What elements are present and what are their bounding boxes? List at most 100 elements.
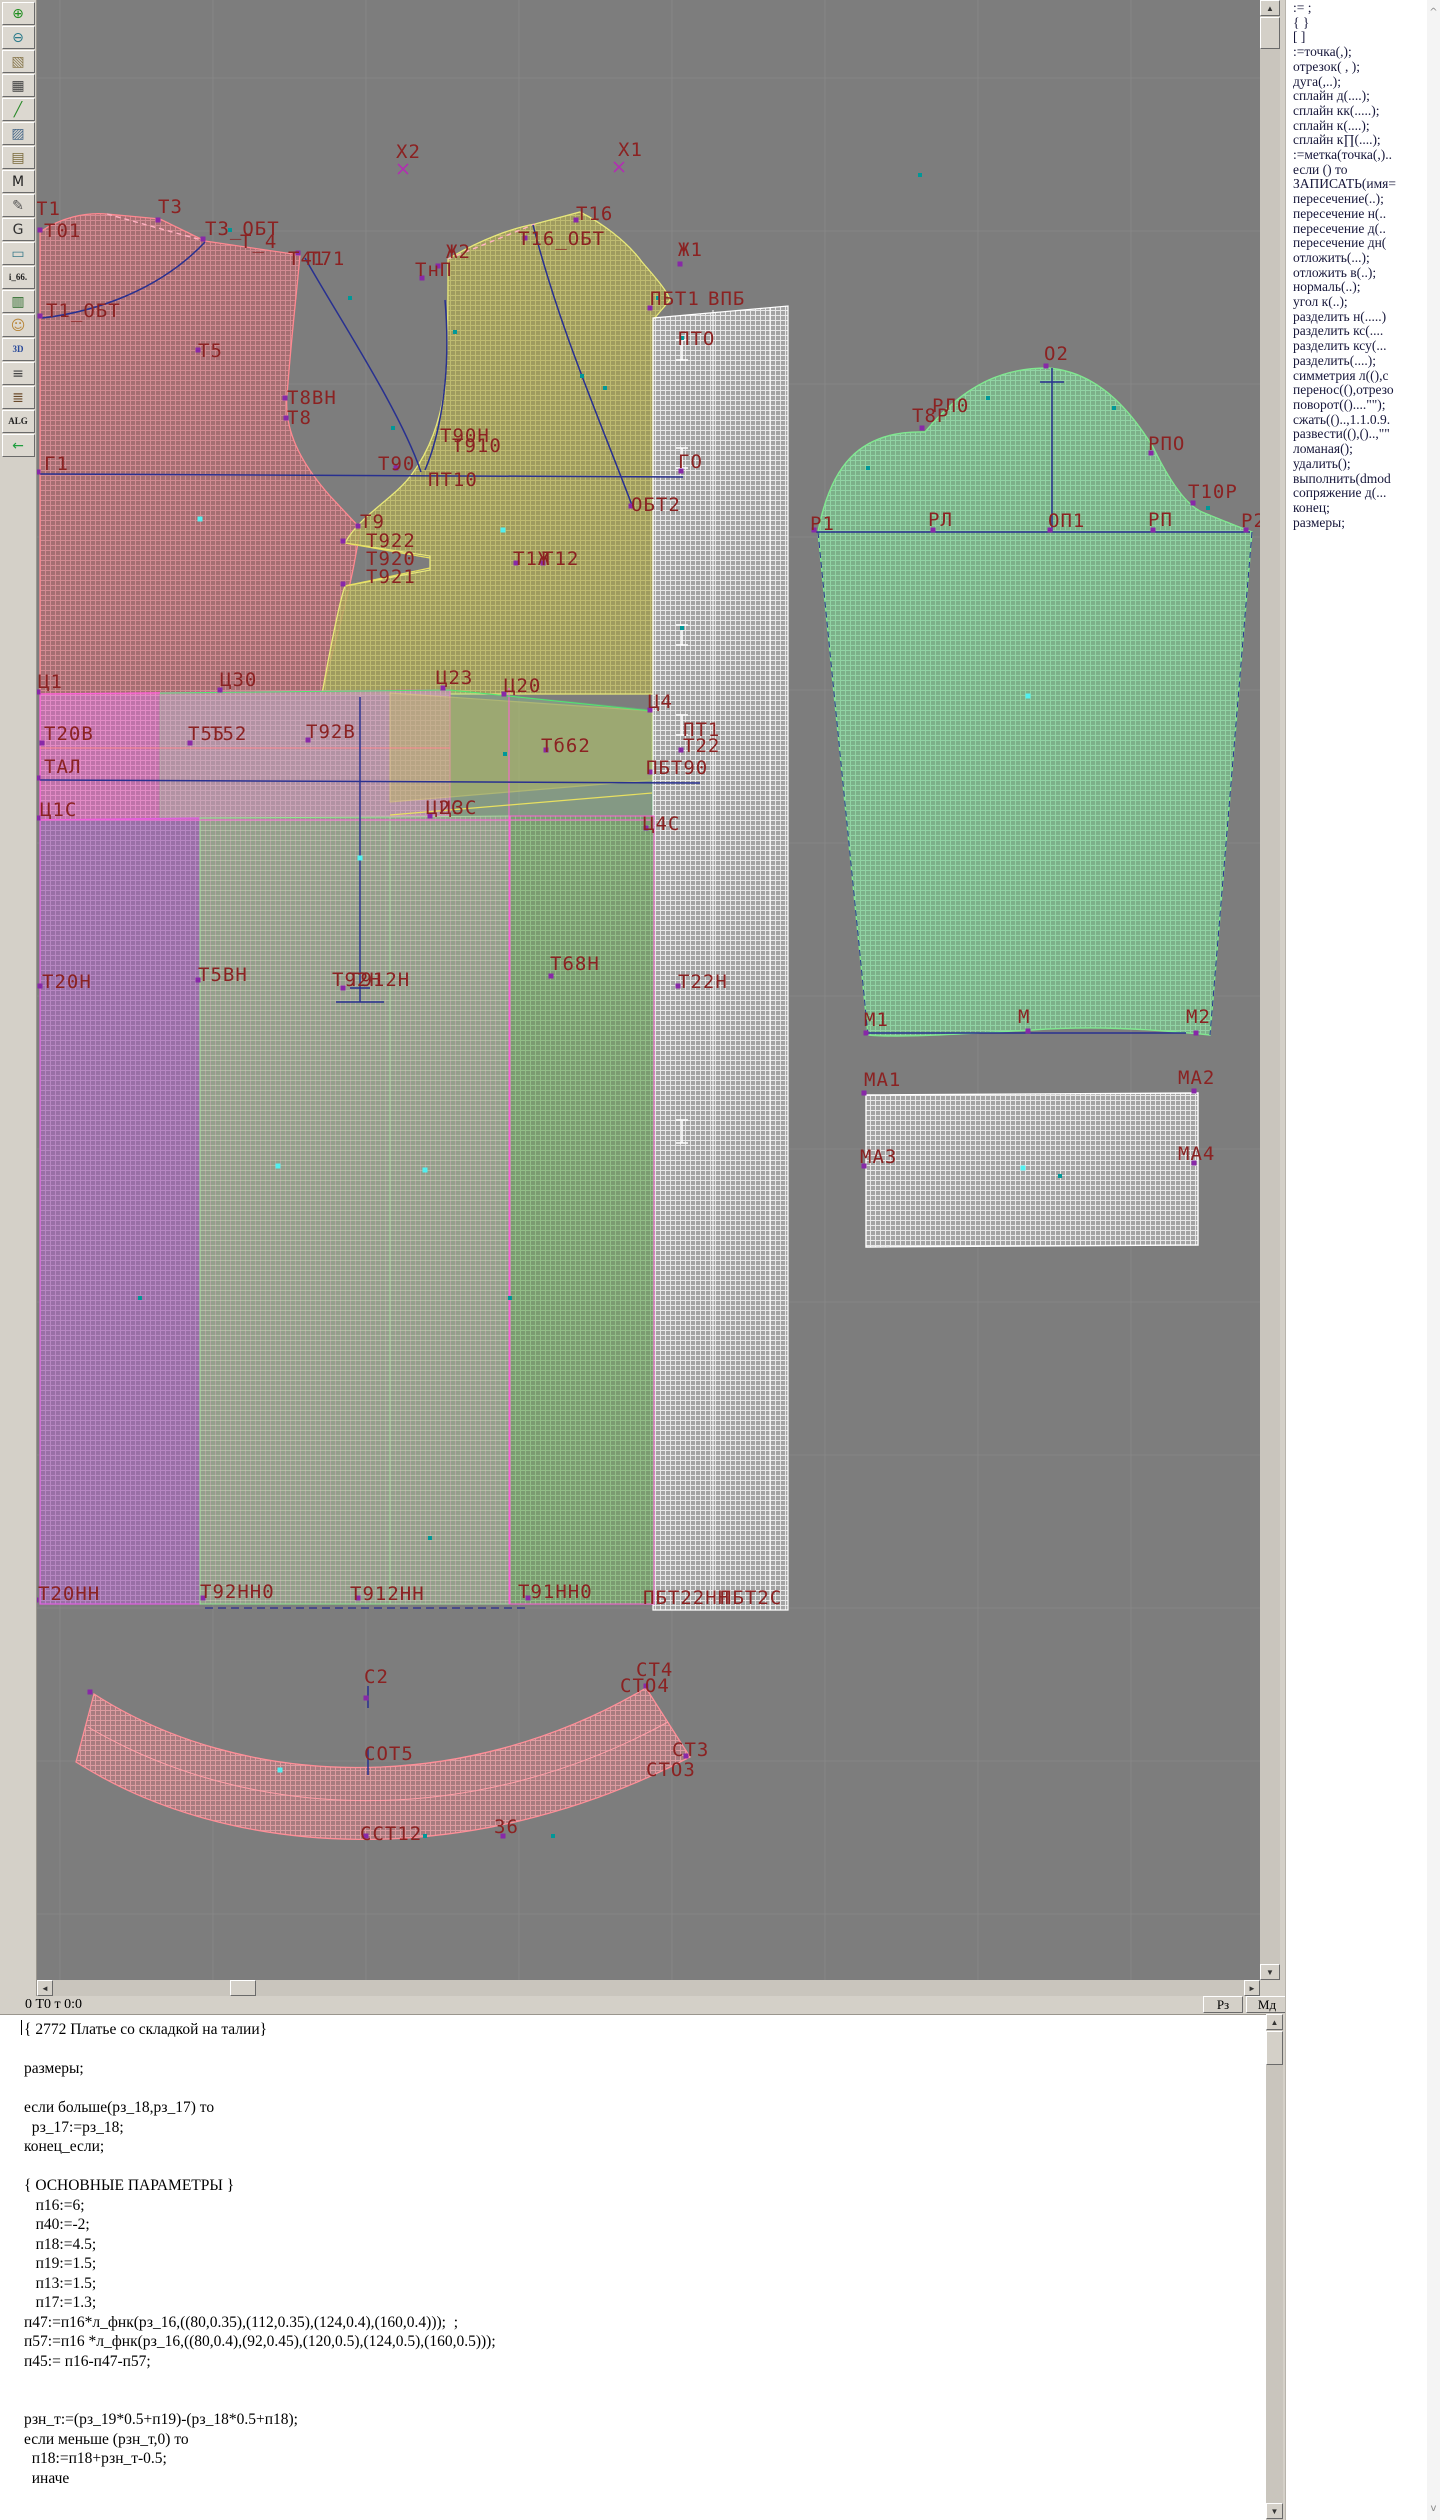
program-code-editor[interactable]: { 2772 Платье со складкой на талии} разм…: [0, 2014, 1266, 2520]
scroll-down-button[interactable]: ▼: [1260, 1964, 1280, 1980]
command-item[interactable]: разделить(....);: [1293, 354, 1440, 369]
md-button[interactable]: Мд: [1246, 1996, 1288, 2013]
command-item[interactable]: если () то: [1293, 163, 1440, 178]
horizontal-scroll-thumb[interactable]: [230, 1980, 256, 1996]
command-item[interactable]: отложить в(..);: [1293, 266, 1440, 281]
command-item[interactable]: конец;: [1293, 501, 1440, 516]
point-label: Ж2: [446, 241, 471, 263]
command-item[interactable]: := ;: [1293, 1, 1440, 16]
editor-scroll-down-button[interactable]: ▼: [1266, 2503, 1283, 2519]
scroll-right-button[interactable]: ►: [1244, 1980, 1260, 1996]
pattern-sheet-icon[interactable]: ▧: [2, 50, 35, 73]
portrait-icon[interactable]: ☺: [2, 314, 35, 337]
command-item[interactable]: пересечение н(..: [1293, 207, 1440, 222]
command-item[interactable]: перенос((),отрезо: [1293, 383, 1440, 398]
i66-icon[interactable]: i_66.: [2, 266, 35, 289]
rz-button[interactable]: Рз: [1203, 1996, 1243, 2013]
editor-vertical-scrollbar[interactable]: ▲ ▼: [1266, 2014, 1283, 2520]
alg-icon: ALG: [8, 417, 28, 426]
command-item[interactable]: отрезок( , );: [1293, 60, 1440, 75]
piece-skirt-mid2[interactable]: [390, 816, 510, 1604]
panel-scrollbar[interactable]: ^ v: [1427, 0, 1440, 2520]
command-item[interactable]: поворот(()...."");: [1293, 398, 1440, 413]
piece-skirt-right[interactable]: [510, 816, 654, 1604]
piece-skirt-mid[interactable]: [200, 817, 390, 1604]
pattern-drawing[interactable]: Т1Т01Т3Т3_ОБТТ_4Т41Т71Т1_ОБТТ5Т8ВНТ8Г1Т9…: [37, 0, 1260, 1980]
piece-sleeve[interactable]: [818, 368, 1252, 1036]
point-label: М: [1018, 1006, 1030, 1028]
point-marker: [862, 1091, 867, 1096]
piece-ma-rect[interactable]: [866, 1093, 1198, 1247]
letter-g-icon[interactable]: G: [2, 218, 35, 241]
command-item[interactable]: [ ]: [1293, 30, 1440, 45]
command-item[interactable]: сплайн д(....);: [1293, 89, 1440, 104]
vertical-scroll-thumb[interactable]: [1260, 17, 1280, 49]
command-item[interactable]: дуга(,..);: [1293, 75, 1440, 90]
command-item[interactable]: пересечение дн(: [1293, 236, 1440, 251]
point-label: ПБТ1: [650, 288, 700, 310]
command-item[interactable]: симметрия л((),с: [1293, 369, 1440, 384]
cursor-position-status: 0 Т0 т 0:0: [25, 1997, 82, 2013]
table-icon[interactable]: ▥: [2, 290, 35, 313]
command-item[interactable]: пересечение(..);: [1293, 192, 1440, 207]
zoom-in-icon[interactable]: ⊕: [2, 2, 35, 25]
point-label: Т01: [44, 220, 81, 242]
command-item[interactable]: удалить();: [1293, 457, 1440, 472]
panel-scroll-up-icon[interactable]: ^: [1427, 6, 1440, 19]
command-item[interactable]: сплайн к(....);: [1293, 119, 1440, 134]
scroll-up-button[interactable]: ▲: [1260, 0, 1280, 16]
portrait-icon: ☺: [11, 319, 26, 333]
panel-scroll-down-icon[interactable]: v: [1427, 2502, 1440, 2515]
point-marker: [1026, 1029, 1031, 1034]
point-label: Ц1С: [40, 799, 77, 821]
grid-icon[interactable]: ▦: [2, 74, 35, 97]
3d-icon[interactable]: 3D: [2, 338, 35, 361]
left-toolbar: ⊕⊖▧▦╱▨▤M✎G▭i_66.▥ ☺ 3D≡≣ ALG ←: [0, 0, 37, 1996]
alg-icon[interactable]: ALG: [2, 410, 35, 433]
command-item[interactable]: сжать(()..,1.1.0.9.: [1293, 413, 1440, 428]
back-arrow-icon[interactable]: ←: [2, 434, 35, 457]
command-item[interactable]: отложить(...);: [1293, 251, 1440, 266]
piece-back-bodice[interactable]: [40, 214, 360, 694]
editor-scroll-thumb[interactable]: [1266, 2031, 1283, 2065]
command-item[interactable]: { }: [1293, 16, 1440, 31]
books-icon[interactable]: ≣: [2, 386, 35, 409]
editor-scroll-up-button[interactable]: ▲: [1266, 2014, 1283, 2030]
command-item[interactable]: разделить ксу(...: [1293, 339, 1440, 354]
command-item[interactable]: угол к(..);: [1293, 295, 1440, 310]
zoom-out-icon[interactable]: ⊖: [2, 26, 35, 49]
ruler-icon[interactable]: ▭: [2, 242, 35, 265]
command-item[interactable]: сплайн кк(.....);: [1293, 104, 1440, 119]
command-item[interactable]: ломаная();: [1293, 442, 1440, 457]
drafting-tools-icon[interactable]: ✎: [2, 194, 35, 217]
command-item[interactable]: ЗАПИСАТЬ(имя=: [1293, 177, 1440, 192]
program-code-text[interactable]: { 2772 Платье со складкой на талии} разм…: [0, 2015, 1266, 2488]
command-item[interactable]: :=точка(,);: [1293, 45, 1440, 60]
command-item[interactable]: разделить н(.....): [1293, 310, 1440, 325]
measure-line-icon[interactable]: ╱: [2, 98, 35, 121]
point-label: Т910: [452, 435, 502, 457]
point-marker: [138, 1296, 142, 1300]
command-item[interactable]: пересечение д(..: [1293, 222, 1440, 237]
command-item[interactable]: :=метка(точка(,)..: [1293, 148, 1440, 163]
command-item[interactable]: размеры;: [1293, 516, 1440, 531]
scroll-left-button[interactable]: ◄: [37, 1980, 53, 1996]
point-label: МА3: [860, 1146, 897, 1168]
command-item[interactable]: развести((),()..,"": [1293, 427, 1440, 442]
text-list-icon[interactable]: ≡: [2, 362, 35, 385]
point-label: Т1_ОБТ: [46, 300, 121, 322]
command-item[interactable]: сплайн к∏(....);: [1293, 133, 1440, 148]
drawing-canvas[interactable]: Т1Т01Т3Т3_ОБТТ_4Т41Т71Т1_ОБТТ5Т8ВНТ8Г1Т9…: [37, 0, 1260, 1980]
piece-skirt-left[interactable]: [40, 818, 200, 1604]
canvas-horizontal-scrollbar[interactable]: ◄ ►: [37, 1980, 1260, 1996]
canvas-vertical-scrollbar[interactable]: ▲ ▼: [1260, 0, 1280, 1980]
command-item[interactable]: нормаль(..);: [1293, 280, 1440, 295]
command-item[interactable]: разделить кс(....: [1293, 324, 1440, 339]
command-item[interactable]: выполнить(dmod: [1293, 472, 1440, 487]
pattern-piece-icon[interactable]: ▤: [2, 146, 35, 169]
image-icon[interactable]: ▨: [2, 122, 35, 145]
point-label: Ц23: [436, 667, 473, 689]
command-item[interactable]: сопряжение д(...: [1293, 486, 1440, 501]
point-label: Р2: [1241, 510, 1260, 532]
letter-m-icon[interactable]: M: [2, 170, 35, 193]
